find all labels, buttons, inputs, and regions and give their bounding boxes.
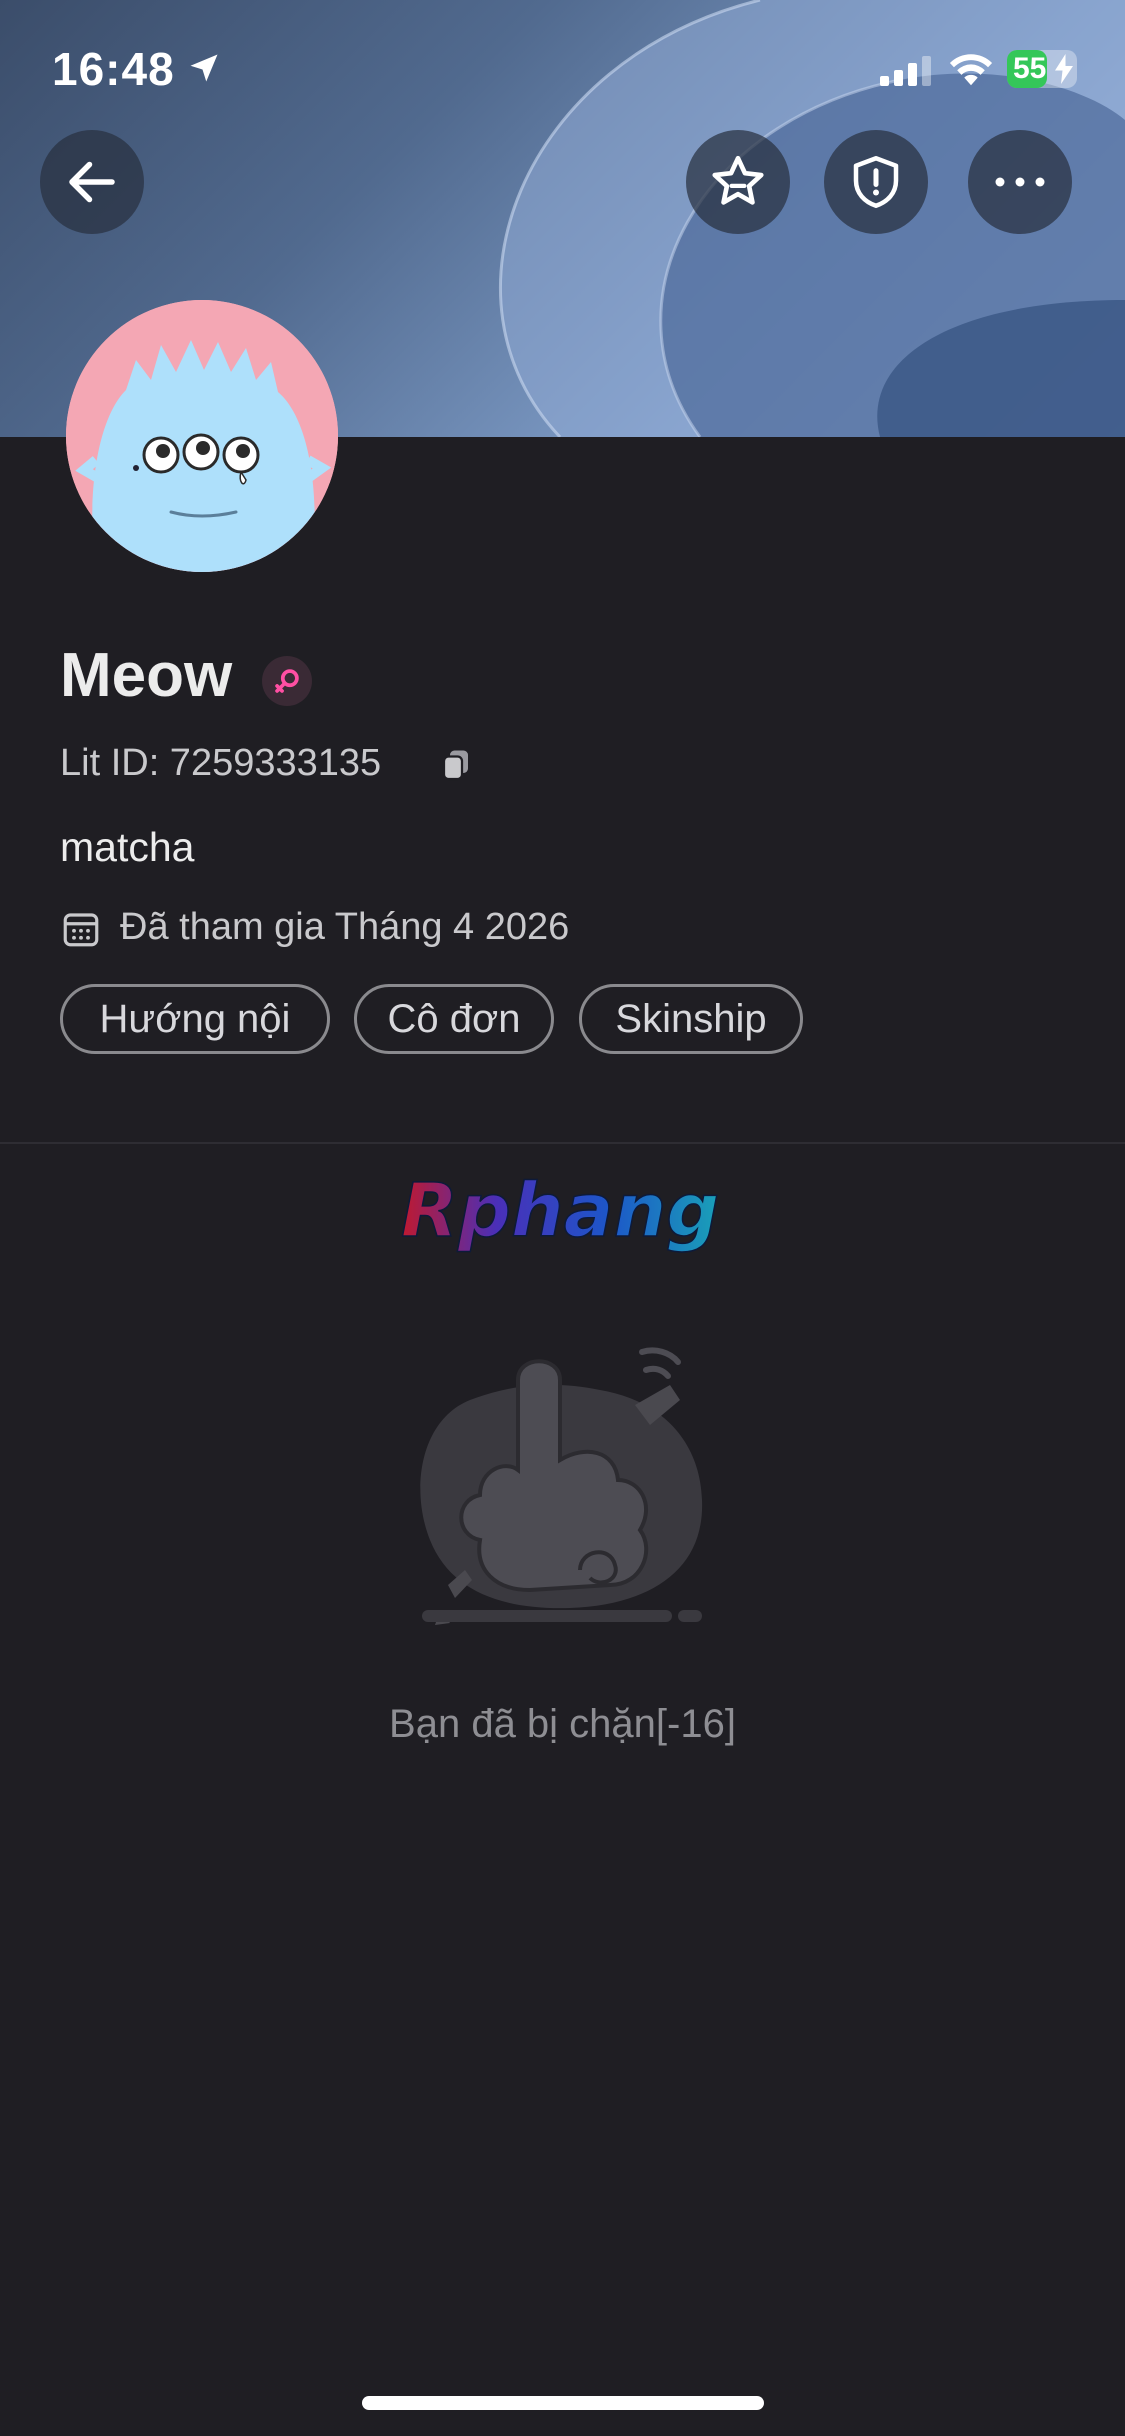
back-arrow-icon xyxy=(69,161,115,203)
section-divider xyxy=(0,1142,1125,1144)
more-icon xyxy=(995,177,1045,187)
monster-avatar-image xyxy=(66,300,338,572)
report-button[interactable] xyxy=(824,130,928,234)
svg-text:Rphang: Rphang xyxy=(401,1168,719,1254)
home-indicator[interactable] xyxy=(362,2396,764,2410)
copy-icon[interactable] xyxy=(438,746,474,782)
female-gender-icon xyxy=(262,656,312,706)
signal-icon xyxy=(880,56,931,86)
profile-bio: matcha xyxy=(60,824,195,870)
interest-tag: Hướng nội xyxy=(60,984,330,1054)
shield-alert-icon xyxy=(853,156,899,208)
profile-name: Meow xyxy=(60,641,233,710)
status-bar: 16:48 55 xyxy=(0,0,1125,140)
charging-bolt-icon xyxy=(1055,54,1073,84)
avatar[interactable] xyxy=(66,300,338,572)
lit-id: Lit ID: 7259333135 xyxy=(60,742,382,784)
back-button[interactable] xyxy=(40,130,144,234)
joined-date: Đã tham gia Tháng 4 2026 xyxy=(120,906,570,948)
wifi-icon xyxy=(949,54,993,86)
interest-tag: Cô đơn xyxy=(354,984,554,1054)
status-time: 16:48 xyxy=(52,43,175,95)
female-symbol-glyph xyxy=(275,669,299,693)
blocked-message: Bạn đã bị chặn[-16] xyxy=(389,1702,736,1746)
favorite-button[interactable] xyxy=(686,130,790,234)
watermark-logo: Rphang xyxy=(400,1168,720,1255)
interest-tag: Skinship xyxy=(579,984,803,1054)
battery-icon: 55 xyxy=(1007,50,1077,88)
location-arrow-icon xyxy=(190,54,218,82)
calendar-icon xyxy=(63,913,99,947)
blocked-hand-illustration xyxy=(420,1347,703,1625)
star-icon xyxy=(712,155,764,205)
battery-level: 55 xyxy=(1013,52,1047,85)
more-button[interactable] xyxy=(968,130,1072,234)
